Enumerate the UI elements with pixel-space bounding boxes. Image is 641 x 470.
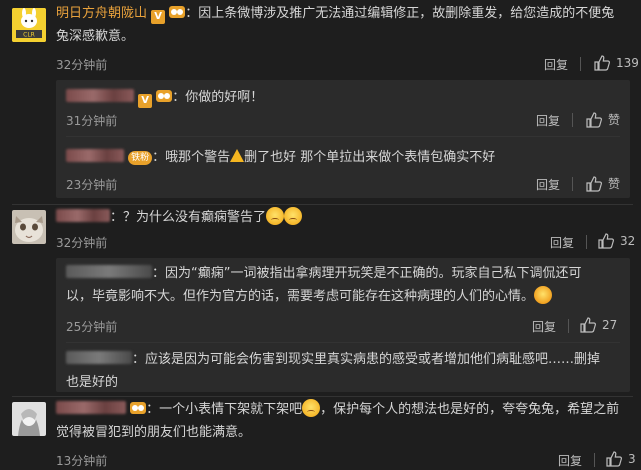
username-redacted[interactable]	[66, 149, 124, 162]
thumb-up-icon	[594, 55, 610, 71]
comment-body: ：？为什么没有癫痫警告了	[110, 210, 267, 225]
like-label: 赞	[608, 177, 621, 191]
like-label: 赞	[608, 113, 621, 127]
reply-text: 铁粉 ：哦那个警告 删了也好 那个单拉出来做个表情包确实不好	[66, 146, 626, 169]
svg-text:CLR: CLR	[23, 32, 35, 39]
warning-icon	[230, 149, 245, 162]
comment-divider	[12, 396, 633, 397]
comment-body: ：因上条微博涉及推广无法通过编辑修正，故删除重发，给您造成的不便兔	[185, 6, 615, 21]
reply-text: ：应该是因为可能会伤害到现实里真实病患的感受或者增加他们病耻感吧……删掉 也是好…	[66, 348, 626, 394]
like-button[interactable]: 32	[598, 233, 635, 249]
reply-list: V ：你做的好啊！ 31分钟前 回复 赞 铁粉 ：哦那个警告 删了也好 那个单拉出来…	[56, 80, 630, 198]
reply-list: ：因为“癫痫”一词被指出拿病理开玩笑是不正确的。玩家自己私下调侃还可 以，毕竟影…	[56, 258, 630, 392]
action-divider	[594, 453, 595, 467]
timestamp: 13分钟前	[56, 454, 108, 468]
reply-body: ：你做的好啊！	[172, 90, 264, 105]
thumb-up-icon	[586, 175, 602, 192]
thumb-up-icon	[586, 111, 602, 128]
like-button[interactable]: 赞	[586, 175, 620, 192]
reply-divider	[66, 136, 620, 137]
comment-body-cont: 兔深感歉意。	[56, 29, 135, 44]
reply-body: ：因为“癫痫”一词被指出拿病理开玩笑是不正确的。玩家自己私下调侃还可	[152, 266, 582, 281]
timestamp: 32分钟前	[56, 236, 108, 250]
like-count: 27	[602, 318, 618, 332]
like-count: 32	[620, 234, 636, 248]
reply-button[interactable]: 回复	[544, 56, 568, 73]
comment-divider	[12, 204, 633, 205]
reply-body: ：哦那个警告	[152, 150, 231, 165]
reply-body-cont: 也是好的	[66, 375, 119, 390]
thumb-up-icon	[606, 451, 622, 467]
reply-body-cont: 删了也好 那个单拉出来做个表情包确实不好	[244, 150, 496, 165]
username-redacted[interactable]	[66, 89, 134, 102]
thumb-up-icon	[580, 317, 596, 333]
reply-button[interactable]: 回复	[558, 452, 582, 469]
thumb-up-icon	[598, 233, 614, 249]
like-button[interactable]: 赞	[586, 111, 620, 128]
timestamp: 32分钟前	[56, 58, 108, 72]
reply-button[interactable]: 回复	[532, 318, 556, 335]
avatar[interactable]: CLR	[12, 8, 46, 42]
action-divider	[568, 319, 569, 333]
username-redacted[interactable]	[56, 209, 110, 222]
comment-text: ：一个小表情下架就下架吧 ，保护每个人的想法也是好的，夸夸兔兔，希望之前 觉得被冒…	[56, 398, 636, 444]
comment-text: ：？为什么没有癫痫警告了	[56, 206, 636, 229]
username-redacted[interactable]	[56, 401, 126, 414]
timestamp: 23分钟前	[66, 178, 118, 192]
emoji-icon	[534, 286, 553, 304]
reply-button[interactable]: 回复	[536, 112, 560, 129]
vip-icon	[156, 90, 173, 102]
action-divider	[572, 177, 573, 191]
comment-body: ：一个小表情下架就下架吧	[146, 402, 303, 417]
emoji-icon	[266, 207, 285, 225]
fan-badge: 铁粉	[128, 151, 153, 165]
timestamp: 31分钟前	[66, 114, 118, 128]
vip-icon	[169, 6, 186, 18]
username-redacted[interactable]	[66, 351, 132, 364]
verified-badge-icon: V	[151, 10, 166, 24]
avatar[interactable]	[12, 210, 46, 244]
like-count: 3	[628, 452, 636, 466]
vip-icon	[130, 402, 147, 414]
timestamp: 25分钟前	[66, 320, 118, 334]
emoji-icon	[302, 399, 321, 417]
like-button[interactable]: 3	[606, 451, 636, 467]
action-divider	[572, 113, 573, 127]
action-divider	[586, 235, 587, 249]
reply-button[interactable]: 回复	[550, 234, 574, 251]
username-redacted[interactable]	[66, 265, 152, 278]
reply-text: ：因为“癫痫”一词被指出拿病理开玩笑是不正确的。玩家自己私下调侃还可 以，毕竟影…	[66, 262, 626, 308]
action-divider	[580, 57, 581, 71]
reply-text: V ：你做的好啊！	[66, 86, 626, 109]
verified-badge-icon: V	[138, 94, 153, 108]
comment-body-cont: ，保护每个人的想法也是好的，夸夸兔兔，希望之前	[320, 402, 620, 417]
username[interactable]: 明日方舟朝陇山	[56, 6, 147, 21]
reply-body: ：应该是因为可能会伤害到现实里真实病患的感受或者增加他们病耻感吧……删掉	[132, 352, 601, 367]
like-button[interactable]: 139	[594, 55, 639, 71]
reply-body-cont: 以，毕竟影响不大。但作为官方的话，需要考虑可能存在这种病理的人们的心情。	[66, 289, 535, 304]
comment-text: 明日方舟朝陇山 V ：因上条微博涉及推广无法通过编辑修正，故删除重发，给您造成的…	[56, 2, 636, 48]
avatar[interactable]	[12, 402, 46, 436]
like-count: 139	[616, 56, 639, 70]
like-button[interactable]: 27	[580, 317, 617, 333]
reply-divider	[66, 342, 620, 343]
comment-body-cont: 觉得被冒犯到的朋友们也能满意。	[56, 425, 252, 440]
emoji-icon	[284, 207, 303, 225]
reply-button[interactable]: 回复	[536, 176, 560, 193]
